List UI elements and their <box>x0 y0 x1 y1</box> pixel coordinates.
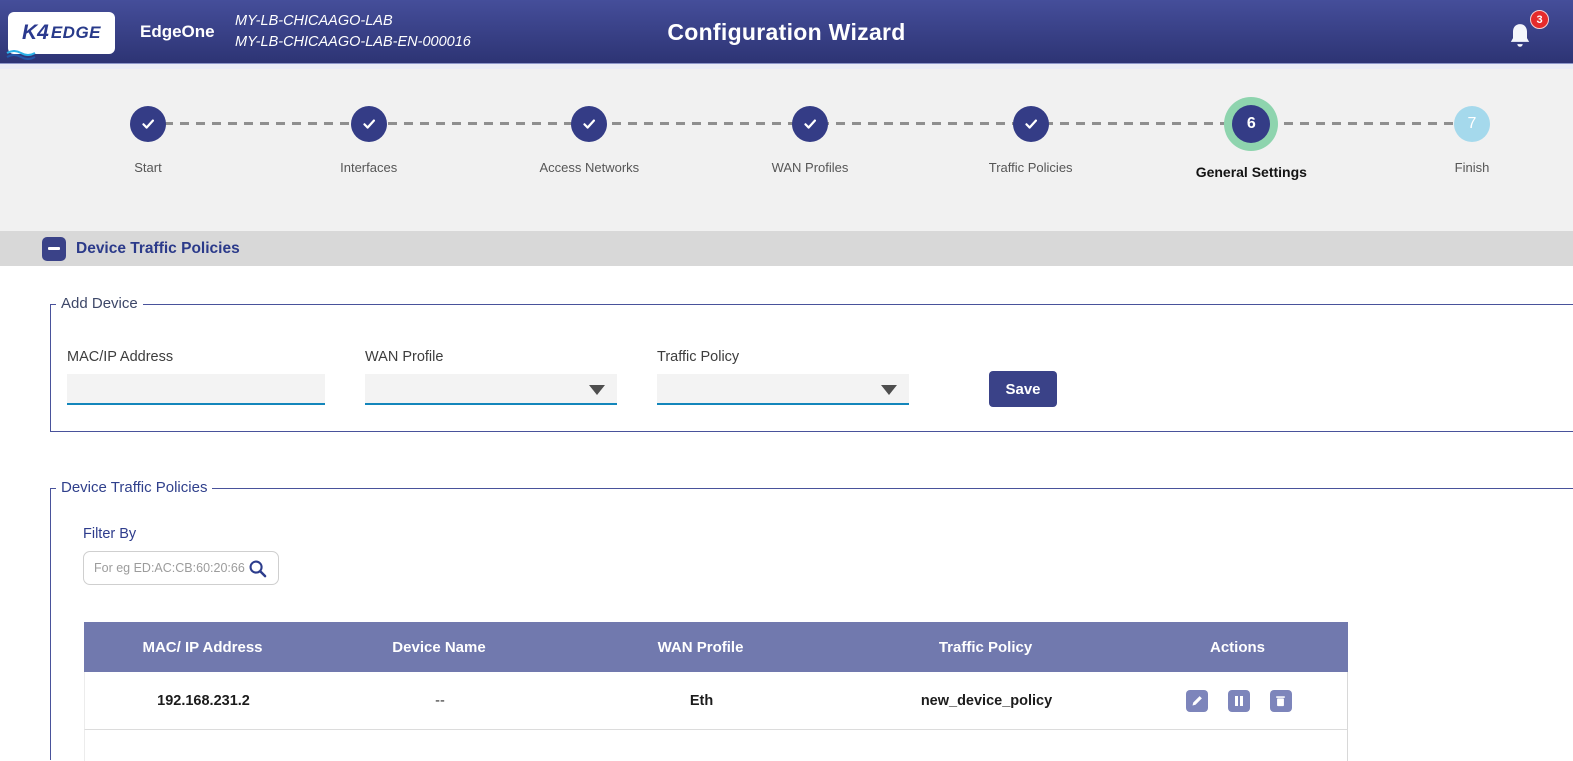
policies-legend: Device Traffic Policies <box>56 479 212 496</box>
edit-icon <box>1191 695 1203 707</box>
page-title: Configuration Wizard <box>0 0 1573 64</box>
filter-by-label: Filter By <box>83 526 1573 542</box>
check-icon <box>360 115 378 133</box>
step-label: Interfaces <box>289 160 449 175</box>
table-body: 192.168.231.2--Ethnew_device_policy <box>84 672 1348 730</box>
device-policies-table: MAC/ IP AddressDevice NameWAN ProfileTra… <box>84 622 1348 761</box>
stepper-step-wan-profiles[interactable]: WAN Profiles <box>730 97 890 175</box>
search-icon <box>248 559 267 578</box>
traffic-policy-select[interactable] <box>657 374 909 405</box>
chevron-down-icon <box>881 385 897 395</box>
stepper-step-finish[interactable]: 7 Finish <box>1392 97 1552 175</box>
table-header-cell: Actions <box>1127 622 1348 672</box>
step-done-circle <box>1013 106 1049 142</box>
table-header-cell: MAC/ IP Address <box>84 622 321 672</box>
pause-icon <box>1234 695 1244 707</box>
app-header: K4 EDGE EdgeOne MY-LB-CHICAAGO-LAB MY-LB… <box>0 0 1573 64</box>
step-done-circle <box>792 106 828 142</box>
step-circle <box>951 97 1111 151</box>
table-header-cell: WAN Profile <box>557 622 844 672</box>
table-row: 192.168.231.2--Ethnew_device_policy <box>84 672 1348 730</box>
table-header-row: MAC/ IP AddressDevice NameWAN ProfileTra… <box>84 622 1348 672</box>
wan-profile-label: WAN Profile <box>365 349 617 365</box>
bell-icon <box>1507 22 1533 50</box>
stepper-step-access-networks[interactable]: Access Networks <box>509 97 669 175</box>
section-header-bar: Device Traffic Policies <box>0 231 1573 266</box>
stepper-step-interfaces[interactable]: Interfaces <box>289 97 449 175</box>
step-label: Start <box>68 160 228 175</box>
table-empty-row <box>84 730 1348 761</box>
step-label: Access Networks <box>509 160 669 175</box>
wan-profile-field-group: WAN Profile <box>365 349 617 407</box>
cell-mac-ip: 192.168.231.2 <box>85 672 322 729</box>
notification-count-badge: 3 <box>1530 10 1549 29</box>
edit-button[interactable] <box>1186 690 1208 712</box>
cell-device-name: -- <box>322 672 558 729</box>
cell-traffic-policy: new_device_policy <box>845 672 1128 729</box>
step-label: General Settings <box>1171 164 1331 180</box>
chevron-down-icon <box>589 385 605 395</box>
traffic-policy-label: Traffic Policy <box>657 349 909 365</box>
step-circle <box>509 97 669 151</box>
step-label: Finish <box>1392 160 1552 175</box>
step-label: WAN Profiles <box>730 160 890 175</box>
mac-ip-label: MAC/IP Address <box>67 349 325 365</box>
step-active-ring: 6 <box>1224 97 1278 151</box>
stepper: Start Interfaces Access Networks WAN Profil… <box>0 69 1573 231</box>
traffic-policy-field-group: Traffic Policy <box>657 349 909 407</box>
collapse-section-button[interactable] <box>42 237 66 261</box>
step-circle <box>730 97 890 151</box>
stepper-step-general-settings[interactable]: 6 General Settings <box>1171 97 1331 180</box>
section-title: Device Traffic Policies <box>76 240 240 258</box>
cell-actions <box>1128 672 1349 729</box>
device-traffic-policies-panel: Device Traffic Policies Filter By MAC/ I… <box>50 488 1573 760</box>
cell-wan-profile: Eth <box>558 672 845 729</box>
pause-button[interactable] <box>1228 690 1250 712</box>
save-button[interactable]: Save <box>989 371 1057 407</box>
filter-input[interactable] <box>94 561 246 575</box>
step-done-circle <box>571 106 607 142</box>
delete-icon <box>1275 695 1286 707</box>
delete-button[interactable] <box>1270 690 1292 712</box>
stepper-step-start[interactable]: Start <box>68 97 228 175</box>
stepper-step-traffic-policies[interactable]: Traffic Policies <box>951 97 1111 175</box>
check-icon <box>801 115 819 133</box>
add-device-legend: Add Device <box>56 295 143 312</box>
mac-ip-input[interactable] <box>67 374 325 405</box>
table-header-cell: Traffic Policy <box>844 622 1127 672</box>
step-circle: 6 <box>1171 97 1331 151</box>
filter-input-group <box>83 551 279 585</box>
step-circle <box>289 97 449 151</box>
step-circle <box>68 97 228 151</box>
step-label: Traffic Policies <box>951 160 1111 175</box>
wan-profile-select[interactable] <box>365 374 617 405</box>
table-header-cell: Device Name <box>321 622 557 672</box>
step-circle: 7 <box>1392 97 1552 151</box>
step-number: 7 <box>1454 106 1490 142</box>
step-done-circle <box>351 106 387 142</box>
mac-ip-field-group: MAC/IP Address <box>67 349 325 407</box>
step-done-circle <box>130 106 166 142</box>
add-device-panel: Add Device MAC/IP Address WAN Profile Tr… <box>50 304 1573 432</box>
notifications-button[interactable]: 3 <box>1507 16 1541 50</box>
add-device-form: MAC/IP Address WAN Profile Traffic Polic… <box>51 305 1573 407</box>
step-number: 6 <box>1232 105 1270 143</box>
search-button[interactable] <box>246 557 268 579</box>
check-icon <box>1022 115 1040 133</box>
check-icon <box>139 115 157 133</box>
minus-icon <box>48 247 60 250</box>
check-icon <box>580 115 598 133</box>
